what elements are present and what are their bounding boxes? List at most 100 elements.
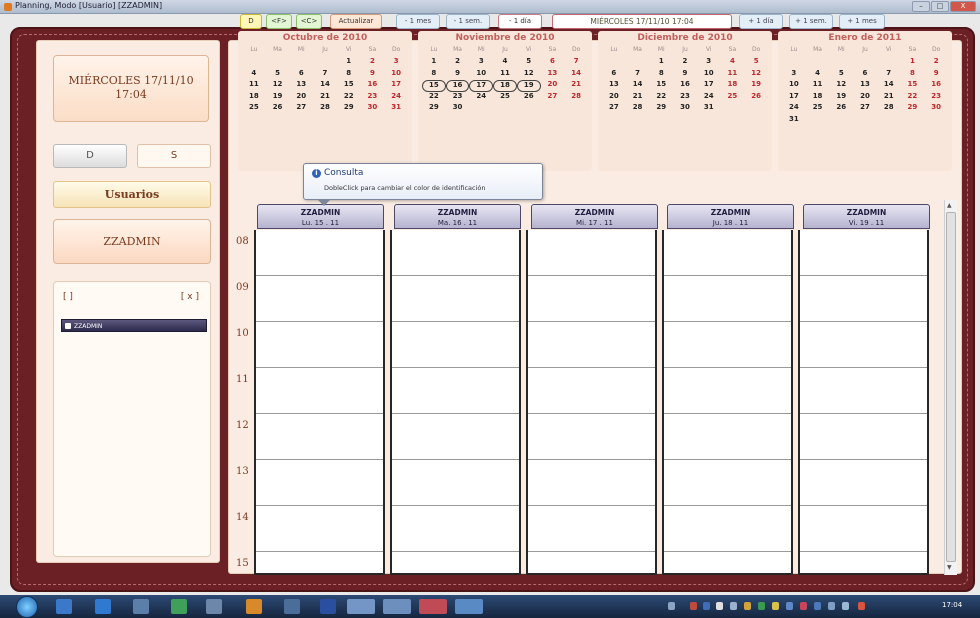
start-button[interactable] xyxy=(16,596,38,618)
calendar-day[interactable]: 1 xyxy=(901,57,925,69)
tray-icon[interactable] xyxy=(758,602,765,610)
calendar-day[interactable]: 25 xyxy=(493,92,517,104)
calendar-day[interactable]: 27 xyxy=(853,103,877,115)
calendar-day[interactable]: 22 xyxy=(901,92,925,104)
calendar-day[interactable]: 15 xyxy=(337,80,361,92)
calendar-day[interactable]: 26 xyxy=(266,103,290,115)
calendar-day[interactable]: 22 xyxy=(649,92,673,104)
calendar-day[interactable]: 25 xyxy=(806,103,830,115)
calendar-day[interactable]: 13 xyxy=(602,80,626,92)
calendar-day[interactable]: 28 xyxy=(626,103,650,115)
tray-icon[interactable] xyxy=(828,602,835,610)
calendar-day[interactable]: 2 xyxy=(446,57,470,69)
app-taskbar-icon[interactable] xyxy=(284,599,300,614)
calendar-day[interactable]: 14 xyxy=(564,69,588,81)
calendar-day[interactable]: 3 xyxy=(469,57,493,69)
calendar-day[interactable]: 24 xyxy=(469,92,493,104)
planning-taskbar-icon[interactable] xyxy=(419,599,447,614)
calendar-day[interactable]: 24 xyxy=(697,92,721,104)
calendar-day[interactable]: 4 xyxy=(493,57,517,69)
calendar-day[interactable]: 4 xyxy=(242,69,266,81)
tray-icon[interactable] xyxy=(786,602,793,610)
app-taskbar-icon[interactable] xyxy=(171,599,187,614)
calendar-day[interactable]: 21 xyxy=(313,92,337,104)
app-taskbar-icon[interactable] xyxy=(455,599,483,614)
calendar-day[interactable]: 20 xyxy=(289,92,313,104)
calendar-day[interactable]: 29 xyxy=(422,103,446,115)
calendar-day[interactable]: 26 xyxy=(829,103,853,115)
user-list-item[interactable]: ZZADMIN xyxy=(61,319,207,332)
calendar-day[interactable]: 24 xyxy=(782,103,806,115)
select-all-button[interactable]: [ x ] xyxy=(181,292,199,302)
calendar-day[interactable]: 18 xyxy=(806,92,830,104)
calendar-day[interactable]: 9 xyxy=(361,69,385,81)
app-taskbar-icon[interactable] xyxy=(246,599,262,614)
tray-icon[interactable] xyxy=(800,602,807,610)
app-taskbar-icon[interactable] xyxy=(383,599,411,614)
calendar-day[interactable]: 21 xyxy=(564,80,588,92)
calendar-day[interactable]: 20 xyxy=(853,92,877,104)
calendar-day[interactable]: 7 xyxy=(313,69,337,81)
scroll-thumb[interactable] xyxy=(946,212,956,562)
calendar-day[interactable]: 29 xyxy=(901,103,925,115)
calendar-day[interactable]: 8 xyxy=(901,69,925,81)
calendar-day[interactable]: 10 xyxy=(697,69,721,81)
day-header-viernes[interactable]: ZZADMIN Vi. 19 . 11 xyxy=(803,204,930,229)
calendar-day[interactable]: 3 xyxy=(384,57,408,69)
calendar-day[interactable]: 28 xyxy=(877,103,901,115)
calendar-day[interactable]: 7 xyxy=(564,57,588,69)
calendar-day[interactable]: 19 xyxy=(829,92,853,104)
calendar-day[interactable]: 8 xyxy=(422,69,446,81)
calendar-day[interactable]: 12 xyxy=(829,80,853,92)
calendar-day[interactable]: 22 xyxy=(422,92,446,104)
calendar-day[interactable]: 14 xyxy=(313,80,337,92)
close-button[interactable]: X xyxy=(950,1,976,12)
calendar-day[interactable]: 22 xyxy=(337,92,361,104)
calendar-day[interactable]: 20 xyxy=(602,92,626,104)
calendar-day[interactable]: 30 xyxy=(446,103,470,115)
explorer-taskbar-icon[interactable] xyxy=(56,599,72,614)
minimize-button[interactable]: – xyxy=(912,1,930,12)
calendar-day[interactable]: 15 xyxy=(422,80,446,92)
calendar-day[interactable]: 15 xyxy=(649,80,673,92)
tray-icon[interactable] xyxy=(668,602,675,610)
calendar-day[interactable]: 21 xyxy=(877,92,901,104)
vertical-scrollbar[interactable]: ▲ ▼ xyxy=(944,200,957,575)
scroll-down-icon[interactable]: ▼ xyxy=(947,564,952,571)
calendar-day[interactable]: 8 xyxy=(337,69,361,81)
calendar-day[interactable]: 20 xyxy=(541,80,565,92)
calendar-day[interactable]: 6 xyxy=(853,69,877,81)
calendar-day[interactable]: 16 xyxy=(361,80,385,92)
calendar-day[interactable]: 9 xyxy=(673,69,697,81)
tray-icon[interactable] xyxy=(744,602,751,610)
calendar-day[interactable]: 16 xyxy=(445,80,470,92)
calendar-day[interactable]: 7 xyxy=(877,69,901,81)
calendar-day[interactable]: 18 xyxy=(721,80,745,92)
plus-week-button[interactable]: + 1 sem. xyxy=(789,14,833,29)
calendar-day[interactable]: 29 xyxy=(649,103,673,115)
browser-taskbar-icon[interactable] xyxy=(95,599,111,614)
calendar-day[interactable]: 17 xyxy=(697,80,721,92)
calendar-day[interactable]: 13 xyxy=(289,80,313,92)
calendar-day[interactable]: 5 xyxy=(517,57,541,69)
calendar-day[interactable]: 31 xyxy=(384,103,408,115)
calendar-day[interactable]: 11 xyxy=(806,80,830,92)
app-taskbar-icon[interactable] xyxy=(133,599,149,614)
scroll-up-icon[interactable]: ▲ xyxy=(947,202,952,209)
calendar-day[interactable]: 13 xyxy=(853,80,877,92)
minus-day-button[interactable]: - 1 día xyxy=(498,14,542,29)
calendar-day[interactable]: 9 xyxy=(446,69,470,81)
calendar-day[interactable]: 28 xyxy=(313,103,337,115)
calendar-day[interactable]: 6 xyxy=(289,69,313,81)
d-toolbar-button[interactable]: D xyxy=(240,14,262,29)
calendar-day[interactable]: 1 xyxy=(422,57,446,69)
calendar-day[interactable]: 12 xyxy=(266,80,290,92)
c-toolbar-button[interactable]: <C> xyxy=(296,14,322,29)
calendar-day[interactable]: 28 xyxy=(564,92,588,104)
usuarios-button[interactable]: Usuarios xyxy=(53,181,211,208)
calendar-day[interactable]: 17 xyxy=(469,80,494,92)
app-taskbar-icon[interactable] xyxy=(347,599,375,614)
calendar-day[interactable]: 6 xyxy=(602,69,626,81)
calendar-day[interactable]: 3 xyxy=(697,57,721,69)
maximize-button[interactable]: □ xyxy=(931,1,949,12)
